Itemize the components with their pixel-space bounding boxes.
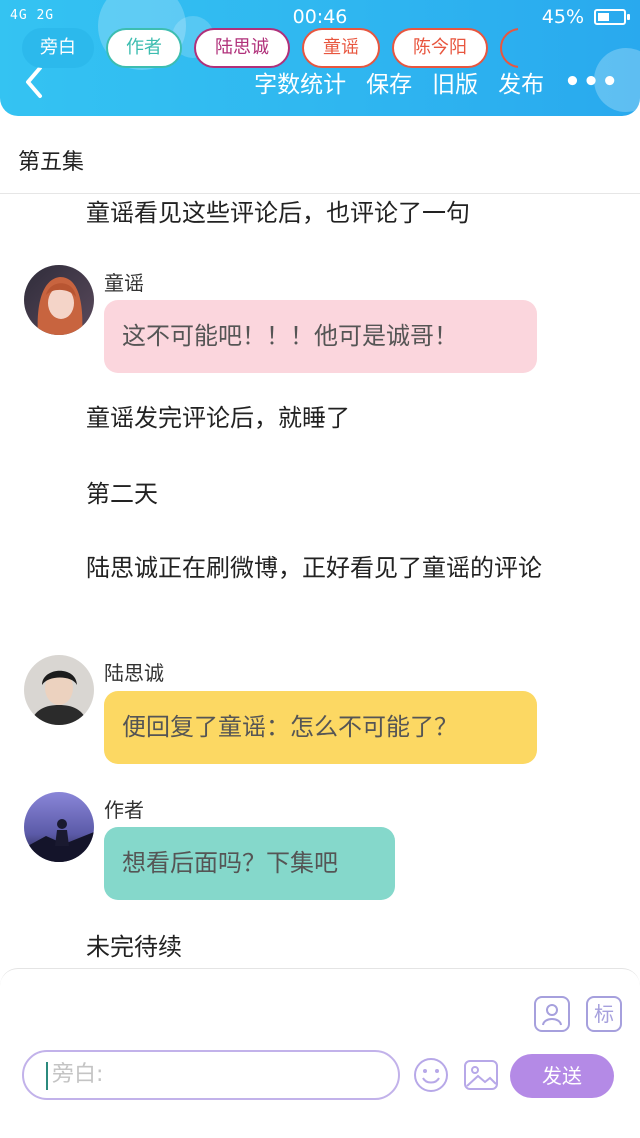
role-chip-bar[interactable]: 旁白 作者 陆思诚 童谣 陈今阳 xyxy=(22,28,518,70)
narration-paragraph[interactable]: 未完待续 xyxy=(36,929,606,965)
publish-button[interactable]: 发布 xyxy=(498,65,544,99)
save-button[interactable]: 保存 xyxy=(366,65,412,99)
avatar-author[interactable] xyxy=(24,792,94,862)
chapter-title[interactable]: 第五集 xyxy=(0,116,640,194)
old-version-button[interactable]: 旧版 xyxy=(432,65,478,99)
speaker-name: 陆思诚 xyxy=(104,661,164,685)
battery-percent: 45% xyxy=(541,6,584,28)
dialogue-bubble[interactable]: 便回复了童谣：怎么不可能了？ xyxy=(104,691,537,764)
story-content: 童谣看见这些评论后，也评论了一句 童谣 这不可能吧！！！他可是诚哥！ 童谣发完评… xyxy=(0,195,640,970)
send-button[interactable]: 发送 xyxy=(510,1054,614,1098)
role-chip-chenjinyang[interactable]: 陈今阳 xyxy=(392,28,488,68)
role-chip-narration[interactable]: 旁白 xyxy=(22,28,94,68)
text-caret xyxy=(46,1062,48,1090)
avatar-lusicheng[interactable] xyxy=(24,655,94,725)
speaker-name: 作者 xyxy=(104,798,144,822)
dialogue-input[interactable]: 旁白: xyxy=(22,1050,400,1100)
dialogue-bubble[interactable]: 想看后面吗？下集吧 xyxy=(104,827,395,900)
tag-icon[interactable]: 标 xyxy=(586,996,622,1032)
person-card-icon[interactable] xyxy=(534,996,570,1032)
narration-paragraph[interactable]: 第二天 xyxy=(36,476,606,512)
image-icon[interactable] xyxy=(462,1056,500,1094)
role-chip-lusicheng[interactable]: 陆思诚 xyxy=(194,28,290,68)
emoji-icon[interactable] xyxy=(412,1056,450,1094)
speaker-name: 童谣 xyxy=(104,271,144,295)
narration-paragraph[interactable]: 童谣看见这些评论后，也评论了一句 xyxy=(36,195,606,231)
more-icon[interactable]: ••• xyxy=(564,67,620,97)
dialogue-bubble[interactable]: 这不可能吧！！！他可是诚哥！ xyxy=(104,300,537,373)
role-chip-tongyao[interactable]: 童谣 xyxy=(302,28,380,68)
word-count-button[interactable]: 字数统计 xyxy=(254,65,346,99)
narration-paragraph[interactable]: 童谣发完评论后，就睡了 xyxy=(36,400,606,436)
battery-icon xyxy=(594,9,630,25)
narration-paragraph[interactable]: 陆思诚正在刷微博，正好看见了童谣的评论 xyxy=(36,550,606,586)
avatar-tongyao[interactable] xyxy=(24,265,94,335)
role-chip-author[interactable]: 作者 xyxy=(106,28,182,68)
role-chip-more[interactable] xyxy=(500,28,518,68)
